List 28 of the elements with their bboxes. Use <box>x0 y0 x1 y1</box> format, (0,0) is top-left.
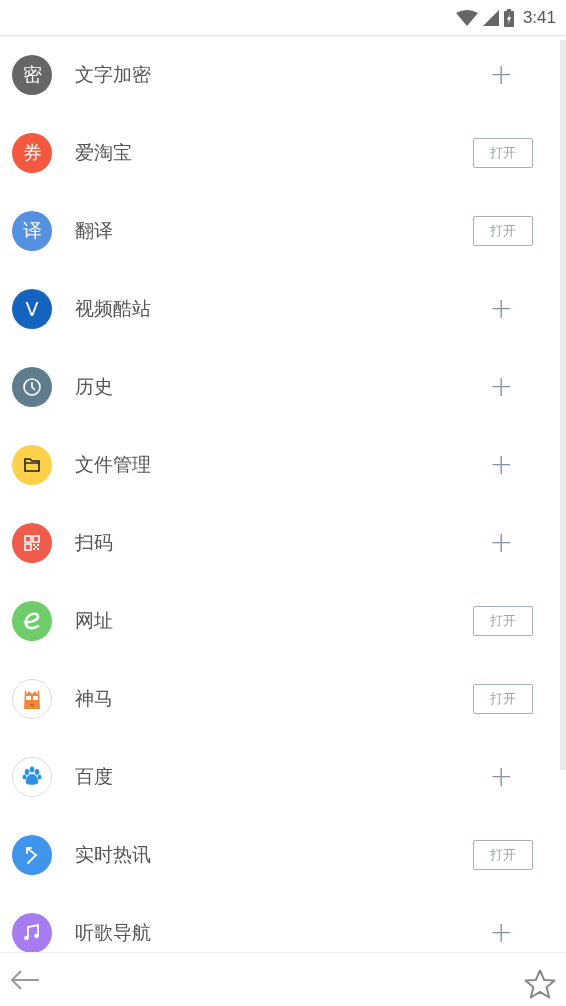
signal-icon <box>482 9 499 26</box>
app-icon: 券 <box>12 133 52 173</box>
music-note-icon <box>12 913 52 952</box>
wifi-icon <box>455 9 478 26</box>
clock-icon <box>12 367 52 407</box>
qr-code-icon <box>12 523 52 563</box>
item-label[interactable]: 实时热讯 <box>75 842 473 868</box>
item-label[interactable]: 扫码 <box>75 530 470 556</box>
paw-icon <box>12 757 52 797</box>
app-icon: 密 <box>12 55 52 95</box>
folder-icon <box>12 445 52 485</box>
star-icon[interactable] <box>524 968 556 999</box>
battery-icon <box>503 8 514 27</box>
app-icon: V <box>12 289 52 329</box>
back-arrow-icon[interactable] <box>10 969 40 990</box>
letter-e-icon <box>12 601 52 641</box>
status-time: 3:41 <box>522 7 556 28</box>
item-label[interactable]: 听歌导航 <box>75 920 470 946</box>
item-label[interactable]: 百度 <box>75 764 470 790</box>
item-label[interactable]: 网址 <box>75 608 473 634</box>
item-label[interactable]: 文件管理 <box>75 452 470 478</box>
item-label[interactable]: 神马 <box>75 686 473 712</box>
item-label[interactable]: 爱淘宝 <box>75 140 473 166</box>
item-label[interactable]: 历史 <box>75 374 470 400</box>
app-icon: 译 <box>12 211 52 251</box>
item-label[interactable]: 文字加密 <box>75 62 470 88</box>
item-label[interactable]: 视频酷站 <box>75 296 470 322</box>
item-label[interactable]: 翻译 <box>75 218 473 244</box>
